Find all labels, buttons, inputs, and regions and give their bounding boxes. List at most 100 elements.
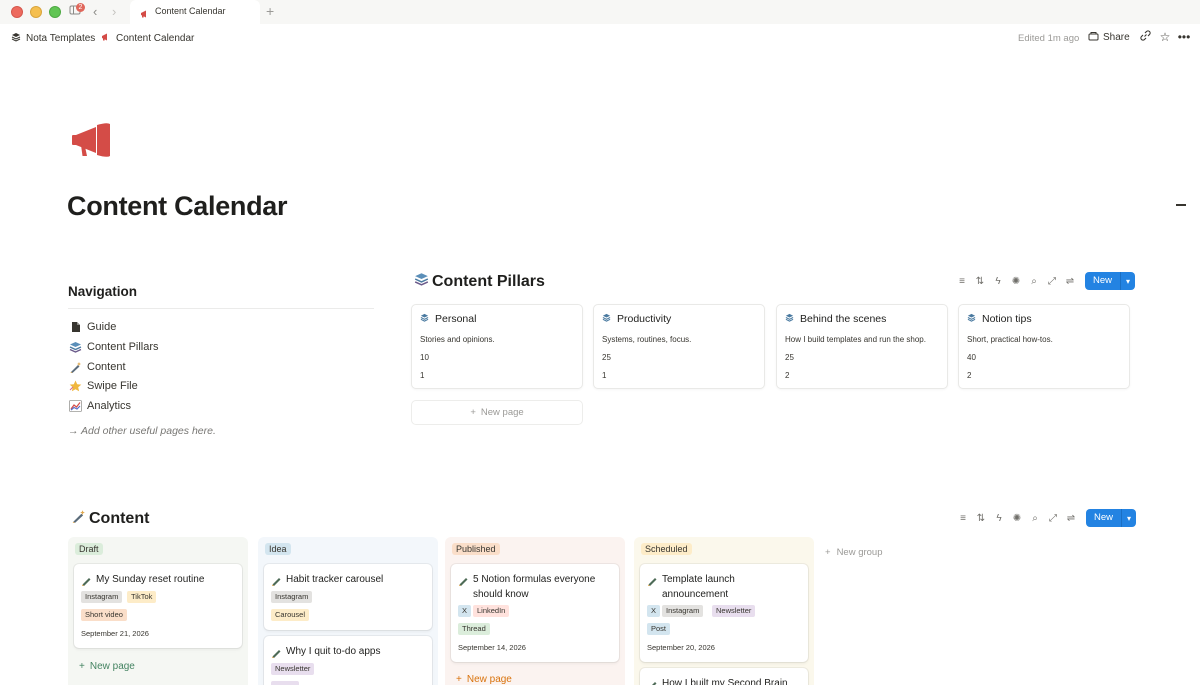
new-button-label: New [1086, 509, 1123, 527]
pillar-description: Stories and opinions. [420, 335, 495, 344]
new-tab-button[interactable]: + [266, 3, 274, 19]
draft-new-page-button[interactable]: + New page [79, 661, 135, 672]
layers-icon [602, 313, 611, 325]
pillar-card[interactable]: Personal Stories and opinions. 10 1 [411, 304, 583, 389]
platform-tag: Instagram [81, 591, 123, 603]
favorite-star-icon[interactable]: ☆ [1158, 30, 1172, 44]
chevron-down-icon[interactable]: ▾ [1122, 514, 1136, 523]
expand-icon[interactable]: ⤢ [1044, 510, 1062, 526]
nav-link-guide[interactable]: Guide [69, 320, 116, 333]
pillar-count: 10 [420, 353, 429, 362]
status-badge[interactable]: Idea [265, 543, 291, 555]
pillar-card[interactable]: Behind the scenes How I build templates … [776, 304, 948, 389]
platform-tag: Instagram [271, 591, 313, 603]
page-title[interactable]: Content Calendar [67, 191, 288, 222]
ai-sparkle-icon[interactable]: ✺ [1008, 510, 1026, 526]
nav-link-swipe-file[interactable]: Swipe File [69, 379, 138, 392]
platform-tag: TikTok [127, 591, 157, 603]
nav-link-analytics[interactable]: Analytics [69, 399, 131, 412]
published-new-page-button[interactable]: + New page [456, 674, 512, 685]
card-date: September 21, 2026 [81, 629, 149, 638]
breadcrumb-page[interactable]: Content Calendar [101, 32, 194, 45]
filter-icon[interactable]: ≡ [953, 273, 971, 289]
card-date: September 14, 2026 [458, 643, 526, 652]
sort-icon[interactable]: ⇅ [971, 273, 989, 289]
settings-sliders-icon[interactable]: ⇌ [1062, 510, 1080, 526]
back-arrow-icon[interactable]: ‹ [93, 3, 97, 21]
expand-icon[interactable]: ⤢ [1043, 273, 1061, 289]
maximize-window-button[interactable] [49, 6, 61, 18]
content-toolbar: ≡ ⇅ ϟ ✺ ⌕ ⤢ ⇌ [954, 510, 1080, 526]
more-options-icon[interactable]: ••• [1177, 30, 1191, 44]
share-button[interactable]: Share [1088, 31, 1130, 44]
pillar-count: 25 [602, 353, 611, 362]
nav-link-label: Guide [87, 320, 117, 333]
forward-arrow-icon[interactable]: › [112, 3, 116, 21]
pencil-icon [458, 573, 469, 586]
status-badge[interactable]: Draft [75, 543, 103, 555]
content-card[interactable]: Template launch announcement X Instagram… [640, 564, 808, 662]
edited-status: Edited 1m ago [1018, 33, 1080, 44]
content-card[interactable]: How I built my Second Brain [640, 668, 808, 685]
breadcrumb-workspace[interactable]: Nota Templates [11, 32, 95, 45]
content-pillars-db-title[interactable]: Content Pillars [414, 272, 545, 291]
ai-sparkle-icon[interactable]: ✺ [1007, 273, 1025, 289]
table-of-contents-toggle[interactable] [1176, 204, 1186, 206]
pencil-sparkle-icon [69, 360, 82, 373]
pencil-sparkle-icon [71, 509, 86, 528]
content-card[interactable]: Habit tracker carousel Instagram Carouse… [264, 564, 432, 630]
platform-tag: X [647, 605, 661, 617]
plus-icon: + [470, 407, 476, 418]
content-new-button[interactable]: New ▾ [1086, 509, 1137, 527]
search-icon[interactable]: ⌕ [1026, 510, 1044, 526]
pillar-title: Notion tips [982, 313, 1032, 325]
notification-badge: 2 [76, 3, 85, 12]
board-column-published: Published 5 Notion formulas everyone sho… [445, 537, 625, 685]
nav-link-label: Content [87, 360, 126, 373]
nav-link-label: Swipe File [87, 379, 138, 392]
plus-icon: + [79, 661, 85, 672]
page-icon-megaphone[interactable] [70, 118, 116, 164]
browser-tab[interactable]: Content Calendar [130, 0, 260, 24]
content-card[interactable]: My Sunday reset routine Instagram TikTok… [74, 564, 242, 648]
search-icon[interactable]: ⌕ [1025, 273, 1043, 289]
layers-icon [69, 340, 82, 353]
format-tag: Short video [81, 609, 127, 621]
plus-icon: + [456, 674, 462, 685]
automation-icon[interactable]: ϟ [990, 510, 1008, 526]
content-card[interactable]: 5 Notion formulas everyone should know X… [451, 564, 619, 662]
board-column-scheduled: Scheduled Template launch announcement X… [634, 537, 814, 685]
automation-icon[interactable]: ϟ [989, 273, 1007, 289]
pillars-new-button[interactable]: New ▾ [1085, 272, 1136, 290]
status-badge[interactable]: Scheduled [641, 543, 692, 555]
content-title-label: Content [89, 509, 150, 527]
status-badge[interactable]: Published [452, 543, 500, 555]
settings-sliders-icon[interactable]: ⇌ [1061, 273, 1079, 289]
board-column-idea: Idea Habit tracker carousel Instagram Ca… [258, 537, 438, 685]
pillar-title: Productivity [617, 313, 672, 325]
navigation-hint: → Add other useful pages here. [68, 425, 216, 437]
chevron-down-icon[interactable]: ▾ [1121, 277, 1135, 286]
format-tag: Thread [458, 623, 490, 635]
minimize-window-button[interactable] [30, 6, 42, 18]
card-title: My Sunday reset routine [96, 574, 205, 585]
nav-link-content-pillars[interactable]: Content Pillars [69, 340, 159, 353]
copy-link-icon[interactable] [1138, 30, 1152, 44]
pillar-card[interactable]: Notion tips Short, practical how-tos. 40… [958, 304, 1130, 389]
pillars-new-page-button[interactable]: + New page [411, 400, 583, 425]
pillar-title: Behind the scenes [800, 313, 887, 325]
pillar-card[interactable]: Productivity Systems, routines, focus. 2… [593, 304, 765, 389]
new-group-button[interactable]: + New group [825, 547, 883, 558]
pillar-count-secondary: 2 [967, 371, 972, 380]
format-tag: Post [647, 623, 671, 635]
content-db-title[interactable]: Content [71, 509, 149, 528]
document-icon [69, 320, 82, 333]
pencil-icon [647, 573, 658, 586]
nav-link-content[interactable]: Content [69, 360, 126, 373]
content-card[interactable]: Why I quit to-do apps Newsletter [264, 636, 432, 685]
layers-icon [11, 32, 21, 45]
pillar-count-secondary: 2 [785, 371, 790, 380]
filter-icon[interactable]: ≡ [954, 510, 972, 526]
close-window-button[interactable] [11, 6, 23, 18]
sort-icon[interactable]: ⇅ [972, 510, 990, 526]
